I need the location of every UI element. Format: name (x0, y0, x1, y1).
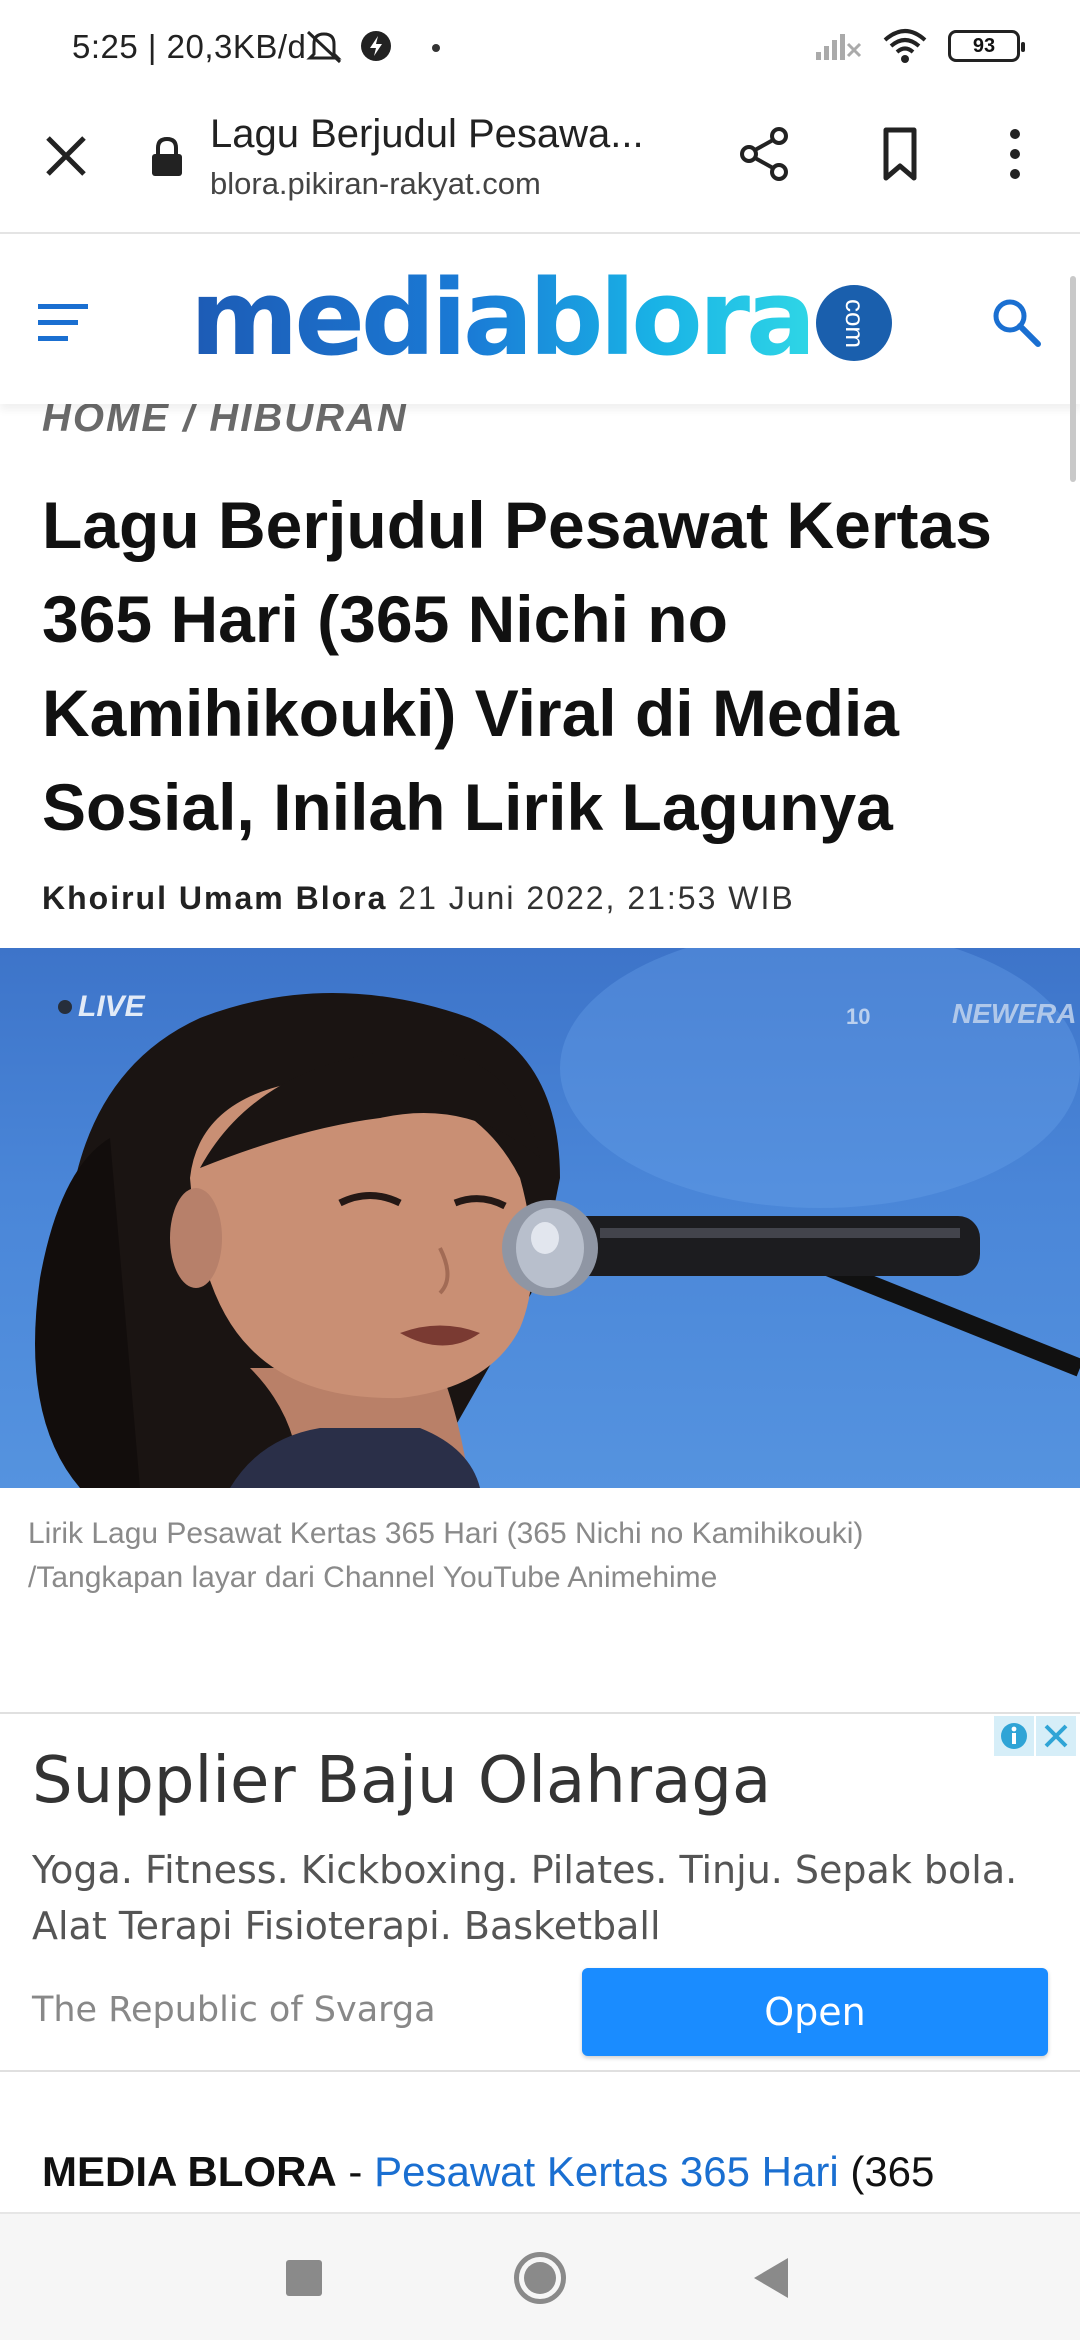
caption-line-2: /Tangkapan layar dari Channel YouTube An… (28, 1561, 718, 1594)
caption-line-1: Lirik Lagu Pesawat Kertas 365 Hari (365 … (28, 1517, 864, 1550)
article-headline: Lagu Berjudul Pesawat Kertas 365 Hari (3… (42, 488, 992, 844)
battery-level: 93 (972, 34, 996, 57)
bookmark-icon (883, 127, 917, 181)
ad-info-button[interactable] (994, 1716, 1034, 1756)
lock-icon (152, 136, 182, 176)
page-title[interactable]: Lagu Berjudul Pesawa... (210, 112, 690, 157)
ad-banner[interactable]: Supplier Baju Olahraga Yoga. Fitness. Ki… (0, 1712, 1080, 2072)
notification-dot (432, 44, 440, 52)
logo-text: mediablora (190, 257, 816, 379)
site-header: mediablora com (0, 236, 1080, 404)
live-badge: LIVE (58, 990, 145, 1024)
share-icon (740, 127, 788, 181)
browser-toolbar: Lagu Berjudul Pesawa... blora.pikiran-ra… (0, 96, 1080, 234)
article-byline: Khoirul Umam Blora 21 Juni 2022, 21:53 W… (42, 880, 795, 917)
close-tab-button[interactable] (36, 126, 96, 186)
watermark-newera: NEWERA (952, 998, 1077, 1029)
signal-icon (816, 34, 862, 60)
site-search-button[interactable] (988, 294, 1044, 350)
share-button[interactable] (735, 124, 795, 184)
back-button[interactable] (754, 2258, 788, 2298)
watermark-ten: 10 (846, 1004, 871, 1029)
publish-date: 21 Juni 2022, 21:53 WIB (398, 880, 795, 916)
image-caption: Lirik Lagu Pesawat Kertas 365 Hari (365 … (28, 1512, 1058, 1600)
status-time-speed: 5:25 | 20,3KB/d (72, 28, 307, 65)
body-separator: - (336, 2148, 375, 2195)
more-menu-button[interactable] (990, 124, 1040, 184)
more-vert-icon (1010, 129, 1020, 179)
url-domain[interactable]: blora.pikiran-rakyat.com (210, 166, 541, 202)
mute-icon (306, 30, 342, 64)
ad-advertiser: The Republic of Svarga (32, 1990, 436, 2030)
wifi-icon (883, 29, 927, 63)
data-saver-icon (361, 31, 391, 61)
search-icon (993, 299, 1041, 347)
article-hero-image[interactable]: LIVE 10 NEWERA (0, 948, 1080, 1488)
recents-button[interactable] (286, 2260, 322, 2296)
article-body-first-line: MEDIA BLORA - Pesawat Kertas 365 Hari (3… (42, 2148, 934, 2196)
body-continuation: (365 (838, 2148, 935, 2195)
body-link[interactable]: Pesawat Kertas 365 Hari (374, 2148, 839, 2195)
site-logo[interactable]: mediablora com (190, 257, 893, 379)
live-label: LIVE (78, 990, 145, 1023)
logo-badge: com (816, 285, 893, 361)
status-bar: 5:25 | 20,3KB/d 93 (0, 0, 1080, 96)
hamburger-icon (38, 304, 88, 341)
info-icon (1001, 1723, 1027, 1749)
body-dateline: MEDIA BLORA (42, 2148, 337, 2195)
ad-open-button[interactable]: Open (582, 1968, 1048, 2056)
system-nav-bar (0, 2212, 1080, 2340)
bookmark-button[interactable] (870, 124, 930, 184)
close-icon (46, 136, 86, 176)
author-name[interactable]: Khoirul Umam Blora (42, 880, 387, 916)
singer-photo (35, 948, 1080, 1488)
site-menu-button[interactable] (36, 298, 92, 346)
scrollbar[interactable] (1070, 276, 1076, 482)
battery-icon: 93 (948, 30, 1025, 62)
live-dot (58, 1000, 72, 1014)
home-button[interactable] (514, 2252, 566, 2304)
ad-close-button[interactable] (1036, 1716, 1076, 1756)
close-icon (1044, 1724, 1068, 1748)
ad-title[interactable]: Supplier Baju Olahraga (32, 1744, 771, 1818)
ad-description: Yoga. Fitness. Kickboxing. Pilates. Tinj… (32, 1848, 1018, 1948)
